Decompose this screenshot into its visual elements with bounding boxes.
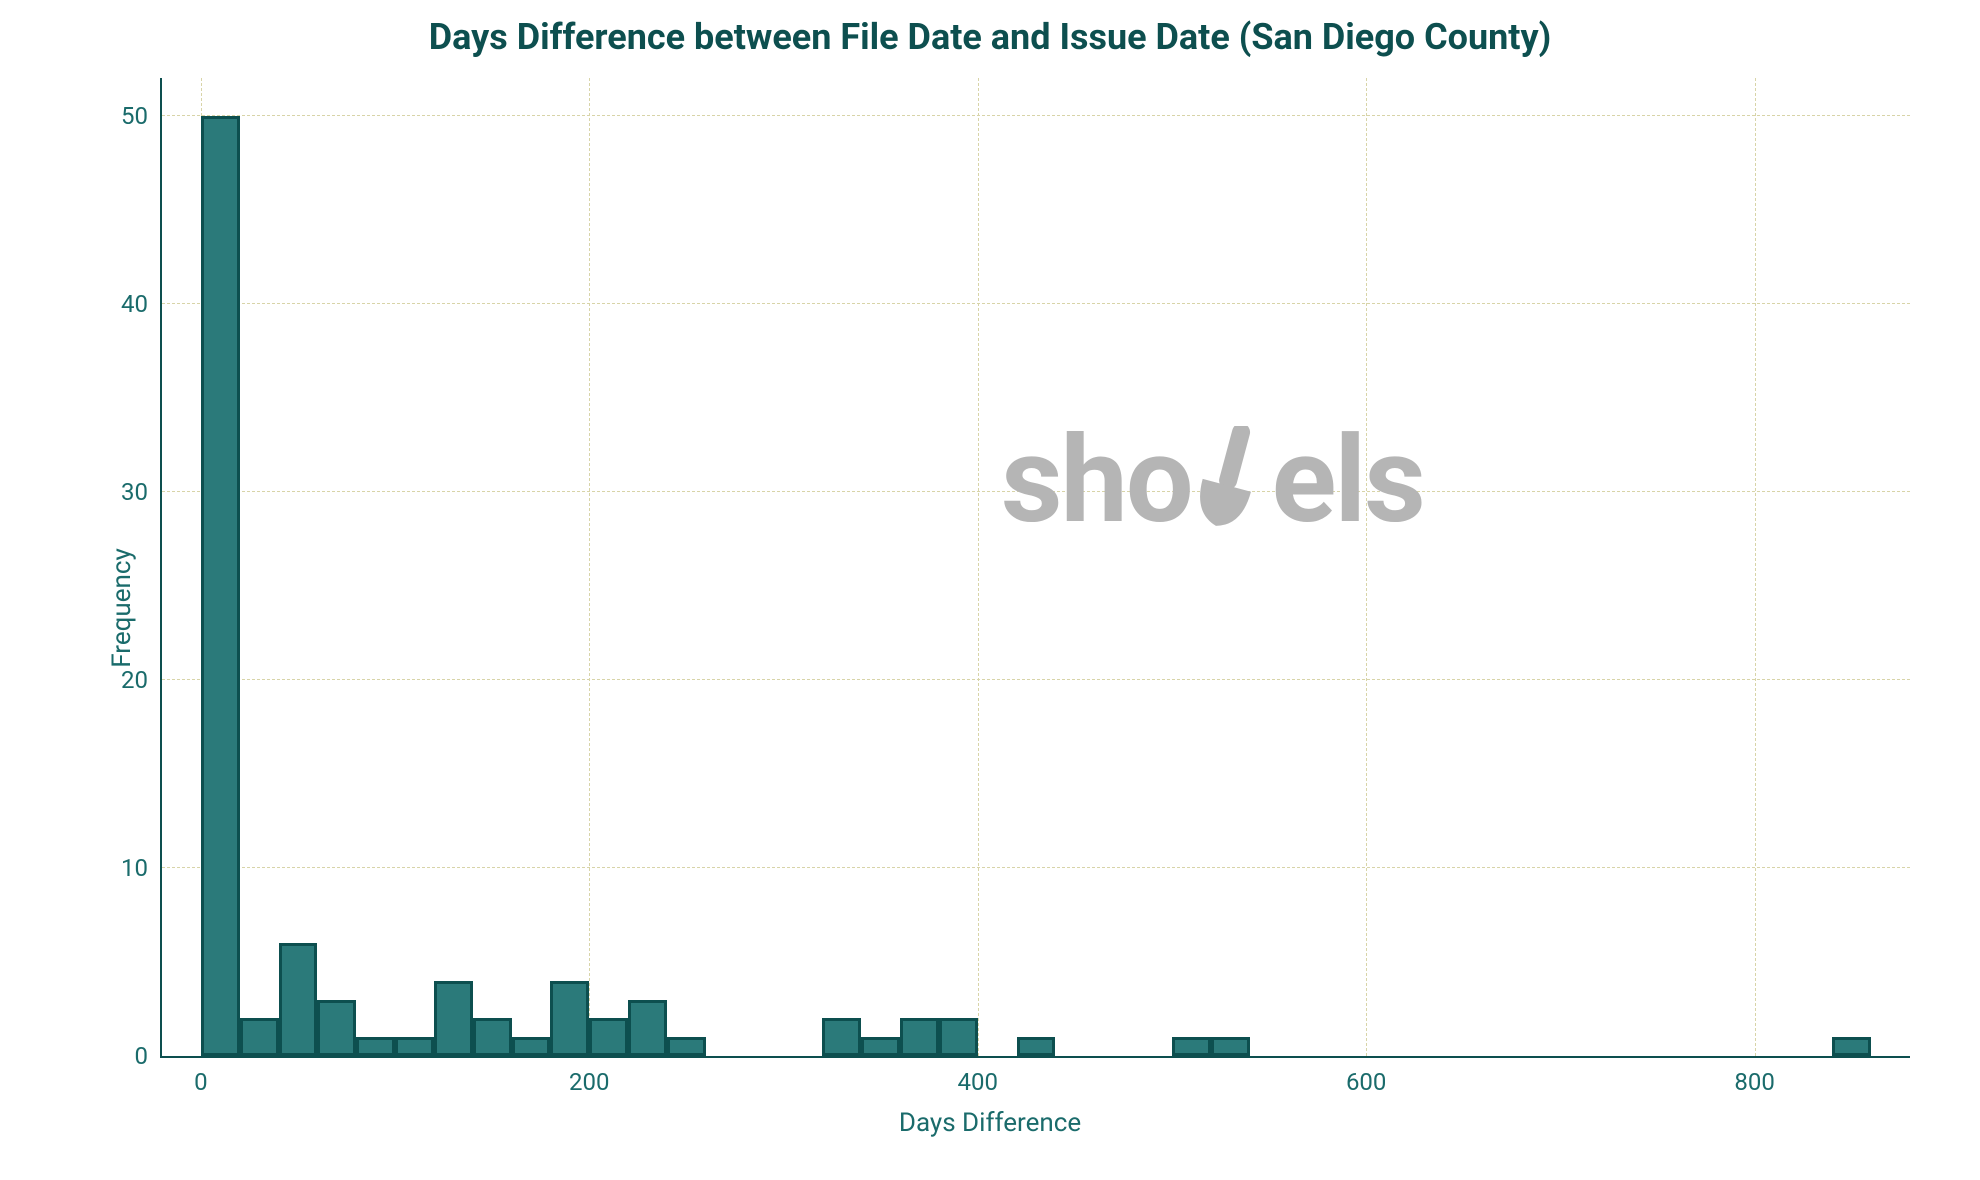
histogram-bar <box>1017 1037 1056 1056</box>
watermark: sho els <box>1001 411 1424 551</box>
x-tick-label: 0 <box>194 1056 208 1096</box>
y-tick-label: 50 <box>102 102 162 130</box>
histogram-bar <box>356 1037 395 1056</box>
histogram-bar <box>317 1000 356 1056</box>
histogram-bar <box>939 1018 978 1056</box>
x-tick-label: 200 <box>569 1056 609 1096</box>
x-tick-label: 800 <box>1734 1056 1774 1096</box>
y-tick-label: 30 <box>102 478 162 506</box>
histogram-bar <box>279 943 318 1056</box>
shovel-icon <box>1192 426 1272 536</box>
y-axis-label: Frequency <box>107 548 137 668</box>
histogram-bar <box>667 1037 706 1056</box>
chart-container: Days Difference between File Date and Is… <box>40 10 1940 1170</box>
histogram-bar <box>822 1018 861 1056</box>
y-tick-label: 0 <box>102 1042 162 1070</box>
histogram-bar <box>589 1018 628 1056</box>
x-axis-label: Days Difference <box>899 1108 1081 1138</box>
histogram-bar <box>434 981 473 1056</box>
histogram-bar <box>628 1000 667 1056</box>
watermark-text-right: els <box>1272 411 1424 551</box>
histogram-bar <box>512 1037 551 1056</box>
histogram-bar <box>1211 1037 1250 1056</box>
gridline-vertical <box>1755 78 1756 1056</box>
histogram-bar <box>861 1037 900 1056</box>
plot-area: 020040060080001020304050 sho els <box>160 78 1910 1058</box>
gridline-horizontal <box>162 115 1910 116</box>
watermark-text-left: sho <box>1001 411 1192 551</box>
histogram-bar <box>1832 1037 1871 1056</box>
y-tick-label: 10 <box>102 854 162 882</box>
histogram-bar <box>201 116 240 1056</box>
gridline-vertical <box>978 78 979 1056</box>
histogram-bar <box>900 1018 939 1056</box>
plot-wrap: Frequency Days Difference 02004006008000… <box>40 68 1940 1148</box>
gridline-vertical <box>1366 78 1367 1056</box>
x-tick-label: 400 <box>957 1056 997 1096</box>
y-tick-label: 40 <box>102 290 162 318</box>
x-tick-label: 600 <box>1346 1056 1386 1096</box>
histogram-bar <box>1172 1037 1211 1056</box>
histogram-bar <box>550 981 589 1056</box>
histogram-bar <box>473 1018 512 1056</box>
y-tick-label: 20 <box>102 666 162 694</box>
gridline-horizontal <box>162 679 1910 680</box>
chart-title: Days Difference between File Date and Is… <box>40 10 1940 68</box>
histogram-bar <box>395 1037 434 1056</box>
gridline-horizontal <box>162 867 1910 868</box>
gridline-horizontal <box>162 303 1910 304</box>
histogram-bar <box>240 1018 279 1056</box>
gridline-vertical <box>589 78 590 1056</box>
